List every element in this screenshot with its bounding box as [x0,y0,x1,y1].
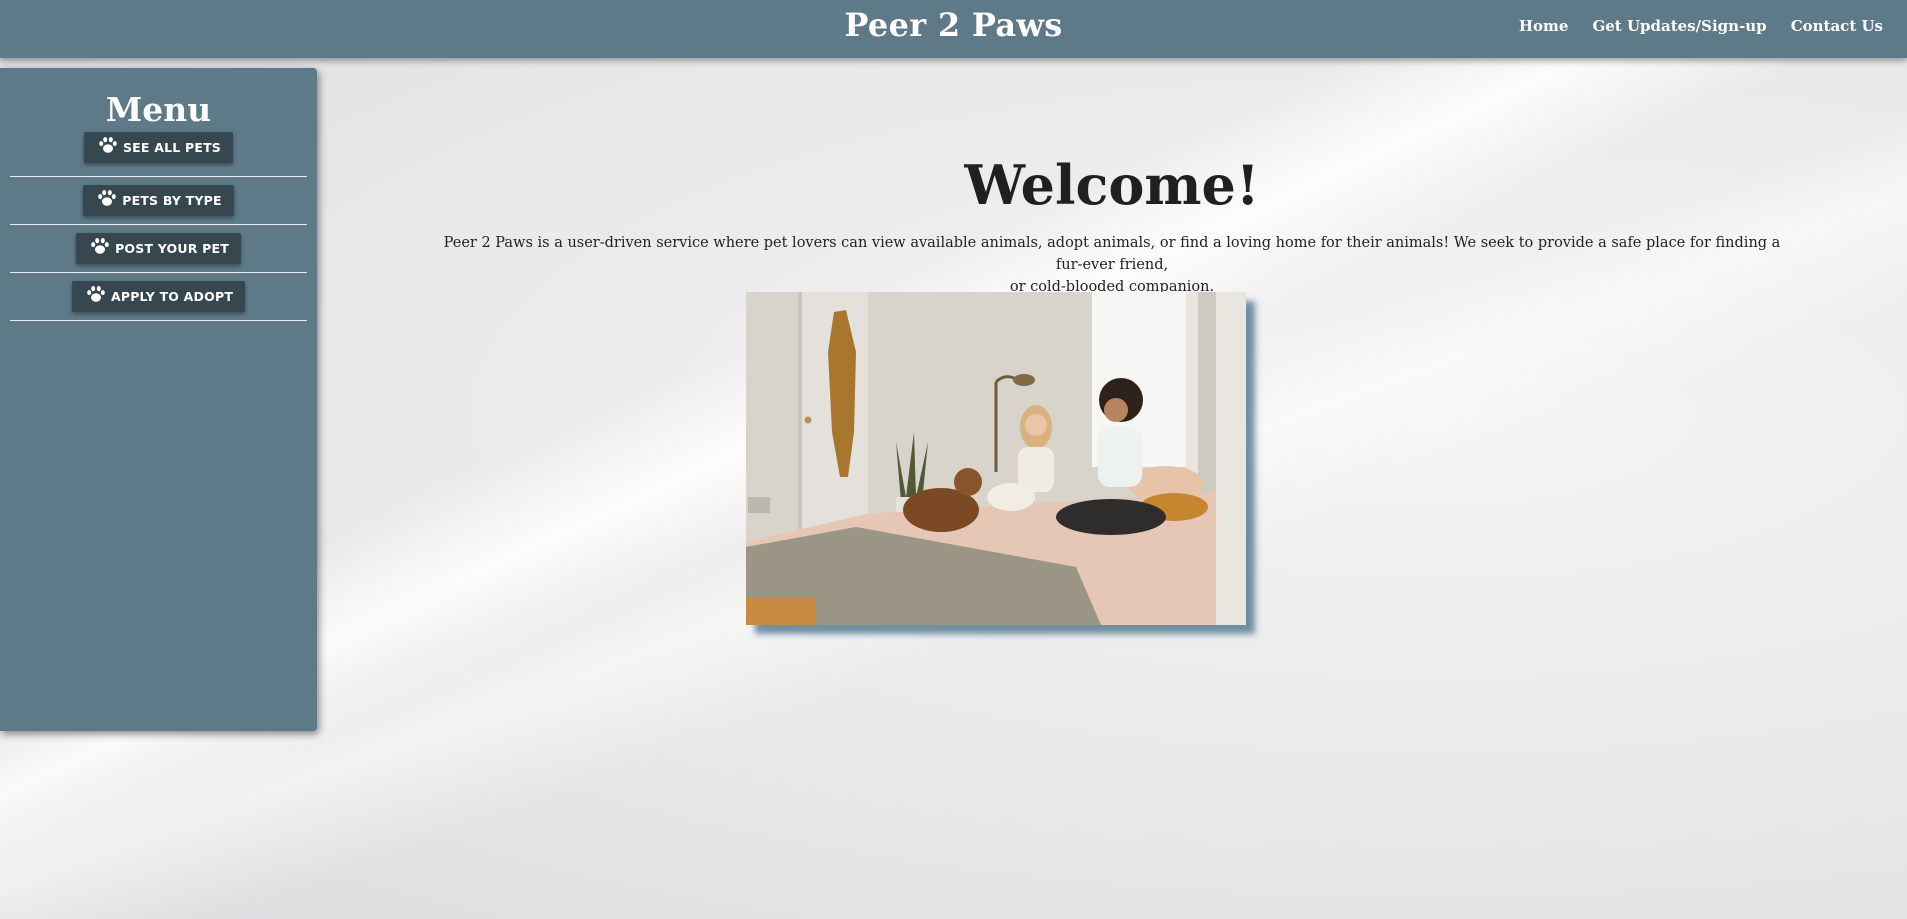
nav-signup-link[interactable]: Get Updates/Sign-up [1592,17,1766,35]
menu-row: POST YOUR PET [10,225,307,273]
nav-home-link[interactable]: Home [1519,17,1569,35]
pets-by-type-button[interactable]: PETS BY TYPE [83,185,234,216]
intro-line-1: Peer 2 Paws is a user-driven service whe… [443,235,1781,273]
nav-contact-link[interactable]: Contact Us [1791,17,1883,35]
menu-title: Menu [105,90,212,129]
apply-to-adopt-button[interactable]: APPLY TO ADOPT [71,281,246,312]
top-nav: Home Get Updates/Sign-up Contact Us [1519,17,1907,35]
paw-icon [87,285,105,302]
main-content: Welcome! Peer 2 Paws is a user-driven se… [317,58,1907,625]
menu-row: PETS BY TYPE [10,177,307,225]
hero-photo [746,292,1246,625]
menu-list: SEE ALL PETS PETS BY TYPE POST YOUR PET … [10,132,307,321]
pets-by-type-label: PETS BY TYPE [122,193,222,208]
intro-text: Peer 2 Paws is a user-driven service whe… [437,232,1787,298]
post-your-pet-button[interactable]: POST YOUR PET [76,233,241,264]
paw-icon [99,136,117,153]
paw-icon [98,189,117,206]
paw-icon [91,237,109,254]
menu-row: SEE ALL PETS [10,132,307,177]
top-bar: Peer 2 Paws Home Get Updates/Sign-up Con… [0,0,1907,58]
see-all-pets-button[interactable]: SEE ALL PETS [83,132,234,163]
see-all-pets-label: SEE ALL PETS [122,140,222,155]
welcome-heading: Welcome! [964,153,1260,217]
menu-row: APPLY TO ADOPT [10,273,307,321]
sidebar-menu: Menu SEE ALL PETS PETS BY TYPE POST YOUR… [0,68,317,731]
apply-to-adopt-label: APPLY TO ADOPT [110,289,234,304]
bedroom-photo-illustration [746,292,1246,625]
post-your-pet-label: POST YOUR PET [115,241,229,256]
